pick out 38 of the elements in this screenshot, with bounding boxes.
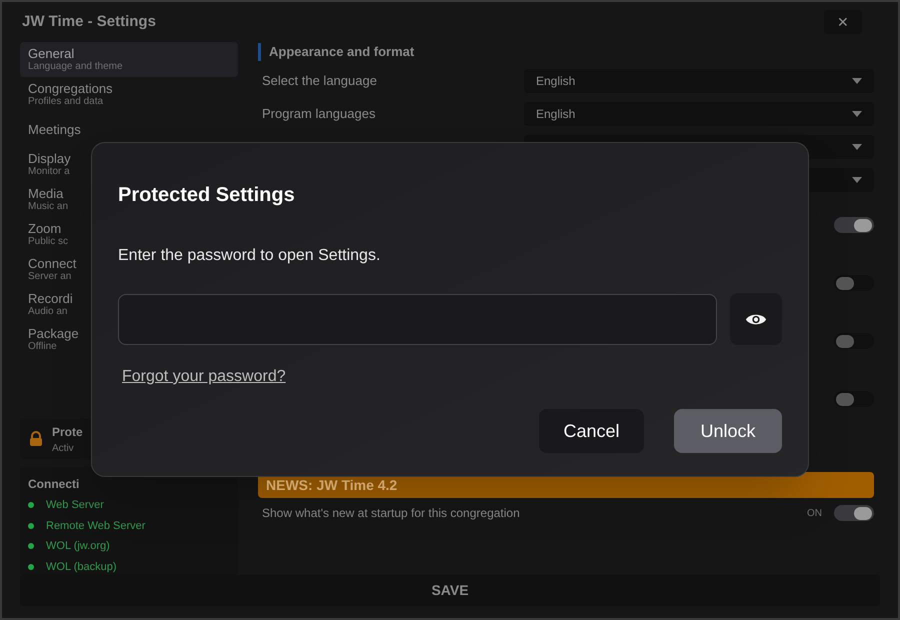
unlock-button[interactable]: Unlock — [674, 409, 782, 453]
connections-title: Connecti — [28, 476, 80, 494]
connection-label: WOL (jw.org) — [46, 539, 110, 554]
show-password-button[interactable] — [730, 293, 782, 345]
protection-status: Activ — [52, 442, 75, 456]
save-button[interactable]: SAVE — [20, 575, 880, 606]
caret-icon — [852, 110, 862, 117]
forgot-password-link[interactable]: Forgot your password? — [122, 365, 286, 389]
toggle-switch[interactable] — [834, 217, 874, 234]
setting-label: Show what's new at startup for this congregation — [262, 505, 520, 522]
eye-icon — [745, 312, 768, 326]
sidebar-item[interactable]: General Language and theme — [20, 42, 238, 78]
accent-bar — [258, 43, 261, 62]
setting-label: Program languages — [262, 104, 376, 123]
connection-label: WOL (backup) — [46, 560, 117, 575]
password-field[interactable] — [118, 294, 718, 344]
dialog-message: Enter the password to open Settings. — [118, 246, 382, 266]
lock-icon — [28, 431, 44, 448]
toggle-switch[interactable] — [834, 391, 874, 408]
caret-icon — [852, 78, 862, 84]
sidebar-item[interactable]: Congregations Profiles and data — [20, 77, 238, 112]
protection-label: Prote — [52, 424, 83, 441]
window-title: JW Time - Settings — [22, 12, 156, 32]
cancel-button[interactable]: Cancel — [539, 409, 644, 453]
dialog-title: Protected Settings — [118, 183, 296, 208]
connection-label: Web Server — [46, 498, 104, 514]
setting-label: Select the language — [262, 72, 377, 90]
language-dropdown[interactable]: English — [524, 102, 874, 126]
toggle-switch[interactable] — [834, 333, 874, 350]
toggle-state: ON — [807, 506, 822, 521]
section-title: Appearance and format — [269, 43, 414, 62]
caret-icon — [852, 144, 862, 150]
close-button[interactable]: ✕ — [824, 10, 862, 34]
language-dropdown[interactable]: English — [524, 68, 874, 93]
toggle-switch[interactable] — [834, 505, 874, 522]
caret-icon — [852, 176, 862, 183]
connection-label: Remote Web Server — [46, 518, 146, 534]
toggle-switch[interactable] — [834, 275, 874, 292]
